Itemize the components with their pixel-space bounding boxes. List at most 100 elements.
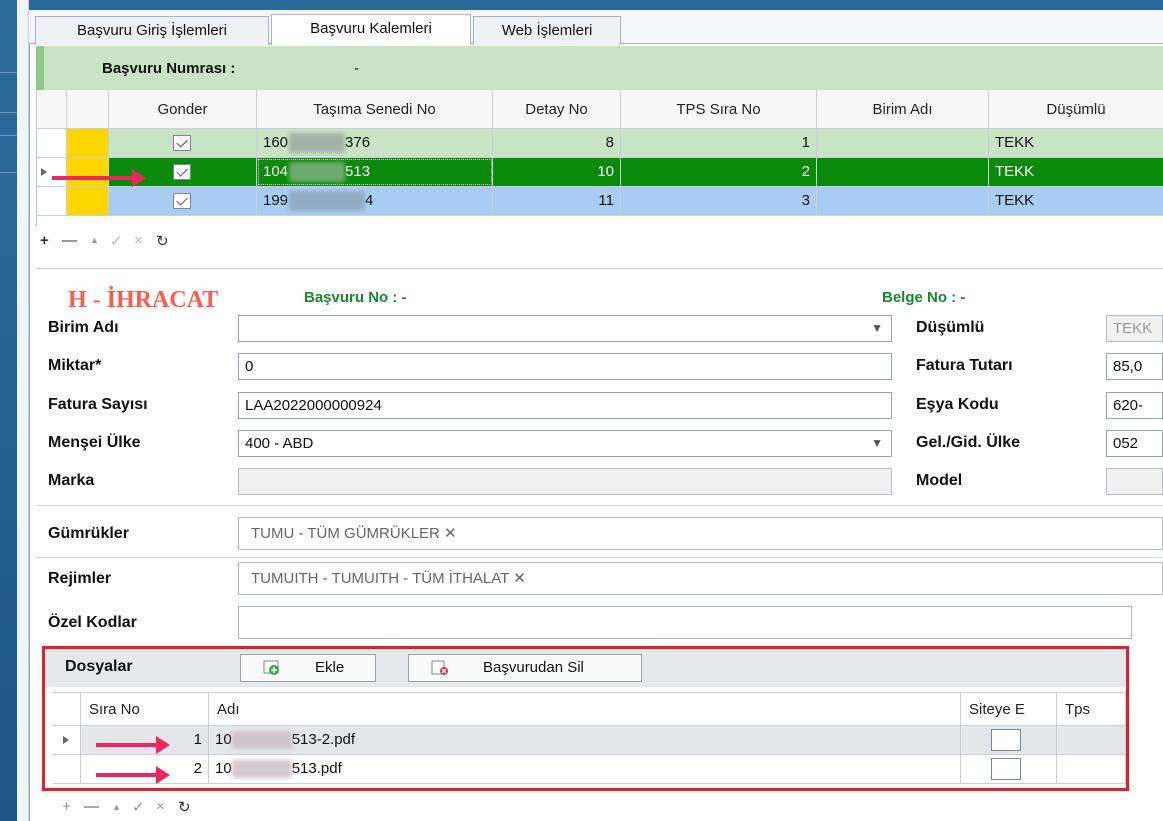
files-section: Dosyalar Ekle Başvurudan Sil Sıra No Adı… (42, 646, 1129, 791)
cancel-icon[interactable]: × (134, 232, 143, 249)
file-row[interactable]: 2 10 513.pdf (53, 755, 1126, 784)
birim-adi-cell (817, 129, 989, 157)
col-birim-adi[interactable]: Birim Adı (817, 90, 989, 129)
col-siteye[interactable]: Siteye E (961, 693, 1057, 726)
divider (36, 557, 1163, 558)
senet-suffix: 376 (345, 134, 371, 151)
col-dusumlu[interactable]: Düşümlü (989, 90, 1163, 129)
table-row[interactable]: 199 4 11 3 TEKK (37, 187, 1163, 216)
ozel-kodlar-label: Özel Kodlar (48, 614, 137, 631)
birim-adi-label: Birim Adı (48, 319, 119, 336)
rejimler-tag-input[interactable]: TUMUITH - TUMUITH - TÜM İTHALAT ✕ (238, 562, 1163, 595)
col-sira-no[interactable]: Sıra No (81, 693, 209, 726)
remove-icon[interactable]: — (62, 232, 77, 249)
remove-from-application-button[interactable]: Başvurudan Sil (408, 654, 642, 682)
dusumlu-label: Düşümlü (916, 319, 985, 336)
col-detay-no[interactable]: Detay No (493, 90, 621, 129)
tab-basvuru-kalemleri[interactable]: Başvuru Kalemleri (271, 14, 471, 45)
row-indicator (37, 129, 67, 157)
model-input[interactable] (1106, 468, 1163, 495)
gonder-cell (109, 187, 257, 215)
dusumlu-cell: TEKK (989, 158, 1163, 186)
files-toolbar: Dosyalar Ekle Başvurudan Sil (45, 649, 1126, 687)
gel-gid-ulke-input[interactable]: 052 (1106, 430, 1163, 457)
grid-indicator-header (37, 90, 67, 129)
row-indicator (53, 755, 81, 783)
chevron-down-icon[interactable]: ▼ (871, 316, 883, 341)
accept-icon[interactable]: ✓ (110, 232, 123, 250)
gumrukler-tag-input[interactable]: TUMU - TÜM GÜMRÜKLER ✕ (238, 517, 1163, 550)
model-label: Model (916, 472, 963, 489)
detay-no-cell: 8 (493, 129, 621, 157)
files-indicator-header (53, 693, 81, 726)
marka-label: Marka (48, 472, 95, 489)
file-sira-cell: 1 (81, 726, 209, 754)
side-panel-edge (17, 0, 29, 821)
col-gonder[interactable]: Gonder (109, 90, 257, 129)
fatura-tutari-input[interactable]: 85,0 (1106, 353, 1163, 380)
col-tps-sira-no[interactable]: TPS Sıra No (621, 90, 817, 129)
birim-adi-cell (817, 187, 989, 215)
redacted-blur (231, 731, 292, 750)
tab-basvuru-giris[interactable]: Başvuru Giriş İşlemleri (35, 16, 269, 45)
table-row-selected[interactable]: 104 513 10 2 TEKK (37, 158, 1163, 187)
gonder-checkbox[interactable] (173, 164, 191, 180)
basvuru-no-label: Başvuru No : - (304, 289, 407, 306)
miktar-label: Miktar* (48, 357, 102, 374)
ozel-kodlar-input[interactable] (238, 606, 1132, 639)
file-name-suffix: 513.pdf (291, 760, 342, 777)
chevron-down-icon[interactable]: ▼ (871, 431, 883, 456)
divider (36, 505, 1163, 506)
remove-icon[interactable]: — (84, 798, 99, 815)
accept-icon[interactable]: ✓ (132, 798, 145, 816)
tab-web-islemleri[interactable]: Web İşlemleri (473, 16, 621, 45)
dusumlu-input[interactable]: TEKK (1106, 315, 1163, 342)
gonder-checkbox[interactable] (173, 135, 191, 151)
file-name-prefix: 10 (215, 731, 232, 748)
add-file-label: Ekle (315, 659, 345, 676)
grid-navigator: + — ▲ ✓ × ↻ (36, 226, 1163, 256)
add-file-button[interactable]: Ekle (240, 654, 376, 682)
file-row[interactable]: 1 10 513-2.pdf (53, 726, 1126, 755)
siteye-cell (961, 755, 1057, 783)
redacted-blur (289, 133, 346, 154)
move-up-icon[interactable]: ▲ (90, 235, 99, 245)
refresh-icon[interactable]: ↻ (156, 232, 169, 250)
col-adi[interactable]: Adı (209, 693, 961, 726)
add-icon[interactable]: + (40, 232, 49, 249)
siteye-checkbox[interactable] (991, 758, 1021, 780)
move-up-icon[interactable]: ▲ (112, 802, 121, 812)
mensei-ulke-select[interactable]: 400 - ABD ▼ (238, 430, 892, 457)
detay-no-cell: 11 (493, 187, 621, 215)
fatura-sayisi-input[interactable]: LAA2022000000924 (238, 392, 892, 419)
marka-input[interactable] (238, 468, 892, 495)
birim-adi-select[interactable]: ▼ (238, 315, 892, 342)
fatura-tutari-label: Fatura Tutarı (916, 357, 1013, 374)
cancel-icon[interactable]: × (156, 798, 165, 815)
row-color-marker (67, 187, 109, 215)
table-row[interactable]: 160 376 8 1 TEKK (37, 129, 1163, 158)
tps-cell (1057, 726, 1126, 754)
miktar-input[interactable]: 0 (238, 353, 892, 380)
gumrukler-token[interactable]: TUMU - TÜM GÜMRÜKLER ✕ (251, 525, 457, 542)
remove-from-application-label: Başvurudan Sil (483, 659, 584, 676)
refresh-icon[interactable]: ↻ (178, 798, 191, 816)
tasima-senedi-cell: 104 513 (257, 158, 493, 186)
siteye-checkbox[interactable] (991, 729, 1021, 751)
rejimler-label: Rejimler (48, 570, 112, 587)
rejimler-token[interactable]: TUMUITH - TUMUITH - TÜM İTHALAT ✕ (251, 570, 526, 587)
col-tasima-senedi-no[interactable]: Taşıma Senedi No (257, 90, 493, 129)
esya-kodu-input[interactable]: 620- (1106, 392, 1163, 419)
senet-prefix: 199 (263, 192, 289, 209)
gonder-cell (109, 129, 257, 157)
delete-file-icon (431, 660, 448, 675)
gonder-checkbox[interactable] (173, 193, 191, 209)
fatura-sayisi-label: Fatura Sayısı (48, 396, 148, 413)
annotation-arrow (52, 169, 146, 187)
file-name-prefix: 10 (215, 760, 232, 777)
add-icon[interactable]: + (62, 798, 71, 815)
redacted-blur (289, 162, 346, 183)
belge-no-label: Belge No : - (882, 289, 966, 306)
col-tps[interactable]: Tps (1057, 693, 1126, 726)
senet-suffix: 4 (365, 192, 374, 209)
